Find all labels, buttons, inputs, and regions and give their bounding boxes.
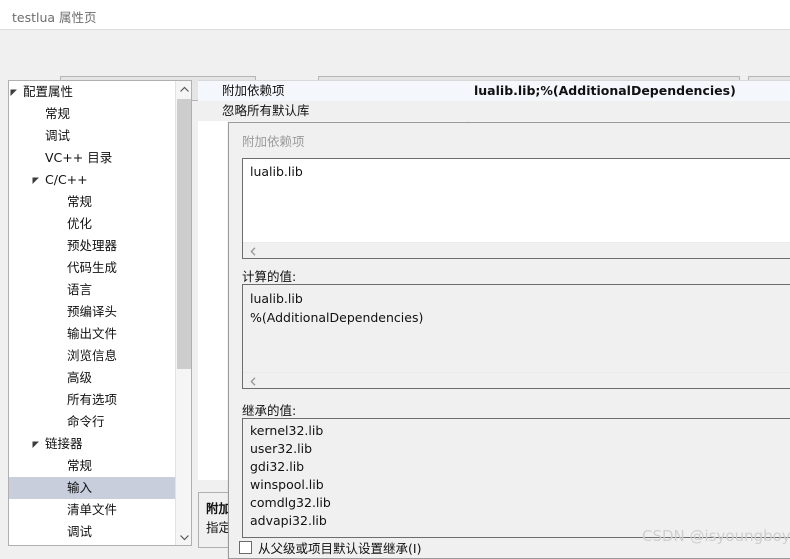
sidebar-item-label: 优化 <box>67 216 93 231</box>
tree-expander-expanded-icon[interactable] <box>32 169 42 191</box>
sidebar-item-2[interactable]: 调试 <box>9 125 176 147</box>
sidebar-item-label: 常规 <box>67 194 93 209</box>
dialog-title: 附加依赖项 <box>242 134 305 149</box>
inherited-value-text: kernel32.lib user32.lib gdi32.lib winspo… <box>250 423 331 528</box>
sidebar-item-label: 预处理器 <box>67 238 118 253</box>
chevron-left-icon[interactable] <box>245 373 261 388</box>
sidebar-item-21[interactable]: 系统 <box>9 543 176 545</box>
window-titlebar: testlua 属性页 <box>0 0 790 30</box>
property-name: 附加依赖项 <box>222 83 285 98</box>
sidebar-item-10[interactable]: 预编译头 <box>9 301 176 323</box>
tree-expander-expanded-icon[interactable] <box>32 433 42 455</box>
property-name: 忽略所有默认库 <box>222 103 310 118</box>
evaluated-value-text: lualib.lib %(AdditionalDependencies) <box>250 291 424 325</box>
sidebar-item-label: 语言 <box>67 282 93 297</box>
evaluated-value-box[interactable]: lualib.lib %(AdditionalDependencies) <box>242 284 790 389</box>
sidebar-item-15[interactable]: 命令行 <box>9 411 176 433</box>
chevron-left-icon[interactable] <box>245 243 261 258</box>
inherited-value-box[interactable]: kernel32.lib user32.lib gdi32.lib winspo… <box>242 418 790 538</box>
sidebar-item-label: C/C++ <box>45 172 88 187</box>
tree-expander-expanded-icon[interactable] <box>10 81 20 103</box>
sidebar-item-18[interactable]: 输入 <box>9 477 176 499</box>
sidebar-item-8[interactable]: 代码生成 <box>9 257 176 279</box>
inherit-checkbox-row[interactable]: 从父级或项目默认设置继承(I) <box>239 539 421 556</box>
sidebar-item-14[interactable]: 所有选项 <box>9 389 176 411</box>
sidebar-item-3[interactable]: VC++ 目录 <box>9 147 176 169</box>
sidebar-item-label: 输入 <box>67 480 93 495</box>
sidebar-item-5[interactable]: 常规 <box>9 191 176 213</box>
evaluated-value-label: 计算的值: <box>242 269 297 284</box>
sidebar-item-20[interactable]: 调试 <box>9 521 176 543</box>
dependencies-horizontal-scrollbar[interactable] <box>243 242 790 258</box>
scroll-up-arrow-icon[interactable] <box>176 81 191 97</box>
table-row[interactable]: 忽略所有默认库 <box>198 101 790 121</box>
sidebar-item-16[interactable]: 链接器 <box>9 433 176 455</box>
dependencies-edit-box[interactable]: lualib.lib <box>242 158 790 259</box>
evaluated-horizontal-scrollbar[interactable] <box>243 372 790 388</box>
sidebar-item-label: 调试 <box>45 128 71 143</box>
sidebar-item-9[interactable]: 语言 <box>9 279 176 301</box>
inherit-checkbox-label: 从父级或项目默认设置继承(I) <box>258 541 422 556</box>
sidebar-item-6[interactable]: 优化 <box>9 213 176 235</box>
sidebar-item-label: 清单文件 <box>67 502 118 517</box>
sidebar-item-11[interactable]: 输出文件 <box>9 323 176 345</box>
property-value: lualib.lib;%(AdditionalDependencies) <box>474 83 736 98</box>
sidebar-item-7[interactable]: 预处理器 <box>9 235 176 257</box>
sidebar-item-label: 所有选项 <box>67 392 118 407</box>
tree-vertical-scrollbar[interactable] <box>175 81 191 545</box>
sidebar-item-label: 调试 <box>67 524 93 539</box>
sidebar-item-label: 常规 <box>67 458 93 473</box>
tree-scrollbar-thumb[interactable] <box>177 99 191 369</box>
sidebar-item-label: 链接器 <box>45 436 83 451</box>
inherit-checkbox[interactable] <box>239 541 252 554</box>
configuration-bar: 配置(C): Release 平台(P): x64 配置管理器... <box>0 31 790 101</box>
sidebar-item-label: 代码生成 <box>67 260 118 275</box>
table-row[interactable]: 附加依赖项 lualib.lib;%(AdditionalDependencie… <box>198 81 790 101</box>
sidebar-item-label: 配置属性 <box>23 84 74 99</box>
sidebar-item-1[interactable]: 常规 <box>9 103 176 125</box>
sidebar-item-label: 浏览信息 <box>67 348 118 363</box>
configuration-tree[interactable]: 配置属性 常规 调试 VC++ 目录 C/C++ 常规 优化 预处理器 代码生成 语言 预编译头 输出… <box>9 81 176 545</box>
sidebar-item-label: VC++ 目录 <box>45 150 113 165</box>
window-title: testlua 属性页 <box>12 10 97 25</box>
scroll-down-arrow-icon[interactable] <box>176 529 191 545</box>
sidebar-item-12[interactable]: 浏览信息 <box>9 345 176 367</box>
sidebar-item-17[interactable]: 常规 <box>9 455 176 477</box>
sidebar-item-0[interactable]: 配置属性 <box>9 81 176 103</box>
sidebar-item-4[interactable]: C/C++ <box>9 169 176 191</box>
additional-dependencies-dialog: 附加依赖项 lualib.lib 计算的值: lualib.lib %(Addi… <box>228 122 790 559</box>
sidebar-item-label: 高级 <box>67 370 93 385</box>
sidebar-item-19[interactable]: 清单文件 <box>9 499 176 521</box>
properties-pages-window: testlua 属性页 配置(C): Release 平台(P): x64 配置… <box>0 0 790 559</box>
dependencies-edit-value: lualib.lib <box>250 164 303 179</box>
sidebar-item-label: 输出文件 <box>67 326 118 341</box>
sidebar-item-13[interactable]: 高级 <box>9 367 176 389</box>
sidebar-item-label: 命令行 <box>67 414 105 429</box>
sidebar-item-label: 常规 <box>45 106 71 121</box>
sidebar-item-label: 预编译头 <box>67 304 118 319</box>
inherited-value-label: 继承的值: <box>242 403 297 418</box>
configuration-tree-panel: 配置属性 常规 调试 VC++ 目录 C/C++ 常规 优化 预处理器 代码生成 语言 预编译头 输出… <box>8 80 192 546</box>
